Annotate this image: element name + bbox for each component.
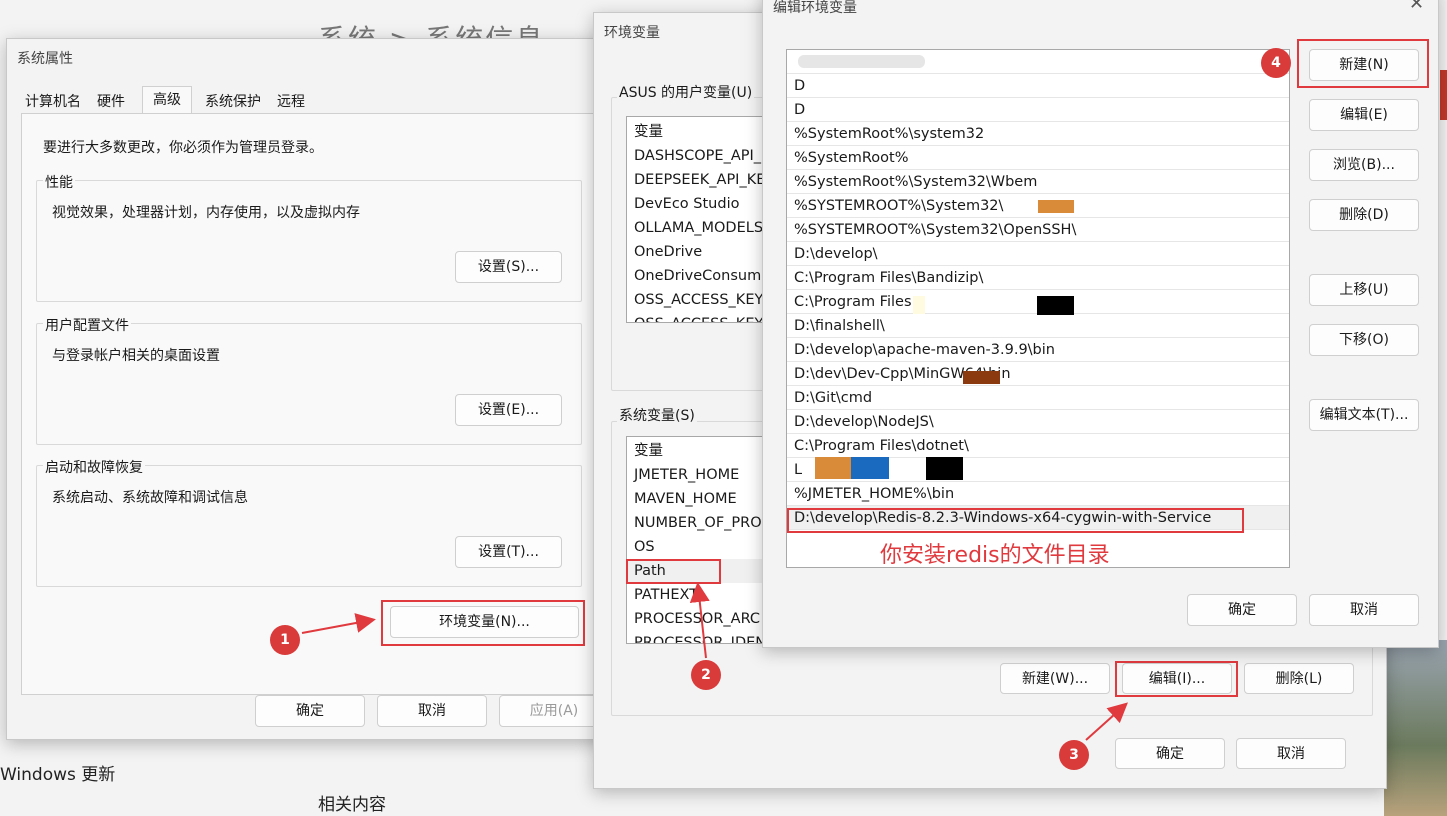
arrow-1: [301, 613, 376, 634]
annotation-arrows: [301, 582, 1128, 741]
arrow-3: [1085, 702, 1128, 741]
arrow-2: [689, 582, 710, 659]
